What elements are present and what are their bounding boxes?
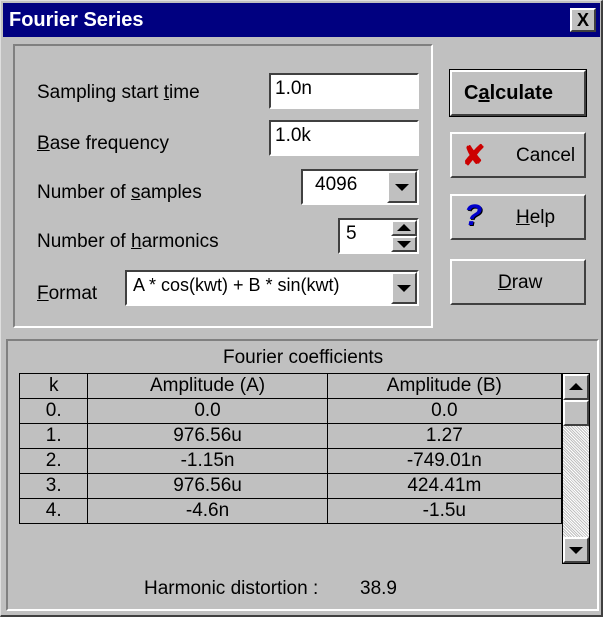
scroll-thumb[interactable]: [563, 400, 589, 426]
column-header: k: [18, 373, 89, 399]
coefficients-table: k Amplitude (A) Amplitude (B) 0. 0.0 0.0…: [18, 373, 563, 524]
cell-b: -749.01n: [326, 448, 563, 474]
chevron-down-icon: [397, 285, 411, 292]
base-frequency-input[interactable]: 1.0k: [269, 120, 419, 156]
cell-k: 1.: [18, 423, 89, 449]
samples-dropdown-button[interactable]: [387, 171, 417, 203]
table-scrollbar[interactable]: [562, 373, 590, 564]
harmonics-spin-down[interactable]: [391, 236, 417, 252]
cell-b: 424.41m: [326, 473, 563, 499]
fourier-coefficients-header: Fourier coefficients: [223, 347, 384, 368]
cell-a: 976.56u: [87, 423, 328, 449]
table-row[interactable]: 3. 976.56u 424.41m: [18, 473, 563, 499]
cancel-button[interactable]: ✘ Cancel: [450, 132, 586, 178]
column-header: Amplitude (B): [326, 373, 563, 399]
table-row[interactable]: 4. -4.6n -1.5u: [18, 498, 563, 524]
window-title: Fourier Series: [9, 9, 144, 31]
cell-b: 0.0: [326, 398, 563, 424]
cell-b: -1.5u: [326, 498, 563, 524]
close-button[interactable]: X: [570, 8, 596, 32]
format-label: Format: [37, 283, 98, 304]
x-icon: ✘: [462, 140, 486, 171]
chevron-down-icon: [395, 184, 409, 191]
harmonic-distortion-value: 38.9: [360, 578, 397, 599]
cell-k: 2.: [18, 448, 89, 474]
draw-button[interactable]: Draw: [450, 259, 586, 305]
column-header: Amplitude (A): [87, 373, 328, 399]
cell-b: 1.27: [326, 423, 563, 449]
cell-k: 0.: [18, 398, 89, 424]
table-header-row: k Amplitude (A) Amplitude (B): [18, 373, 563, 399]
scroll-down-icon: [569, 547, 583, 554]
calculate-button[interactable]: Calculate: [449, 69, 587, 117]
question-mark-icon: ?: [464, 199, 483, 232]
help-button[interactable]: ? Help: [450, 194, 586, 240]
cell-a: -1.15n: [87, 448, 328, 474]
number-of-harmonics-spinner[interactable]: 5: [338, 218, 419, 254]
title-bar: Fourier Series X: [3, 3, 600, 37]
table-row[interactable]: 1. 976.56u 1.27: [18, 423, 563, 449]
spin-down-icon: [397, 241, 411, 248]
close-icon: X: [576, 10, 589, 30]
format-dropdown-button[interactable]: [391, 272, 417, 304]
scroll-up-icon: [569, 383, 583, 390]
cell-k: 3.: [18, 473, 89, 499]
scroll-down-button[interactable]: [563, 537, 589, 563]
cell-a: -4.6n: [87, 498, 328, 524]
scroll-up-button[interactable]: [563, 374, 589, 400]
cell-a: 976.56u: [87, 473, 328, 499]
harmonic-distortion-label: Harmonic distortion :: [144, 578, 319, 599]
settings-group: Sampling start time 1.0n Base frequency …: [13, 44, 433, 328]
spin-up-icon: [397, 224, 411, 231]
results-group: Fourier coefficients k Amplitude (A) Amp…: [6, 339, 599, 611]
fourier-series-dialog: Fourier Series X Sampling start time 1.0…: [0, 0, 603, 617]
number-of-samples-label: Number of samples: [37, 182, 202, 203]
table-row[interactable]: 0. 0.0 0.0: [18, 398, 563, 424]
sampling-start-time-label: Sampling start time: [37, 82, 200, 103]
cell-a: 0.0: [87, 398, 328, 424]
cell-k: 4.: [18, 498, 89, 524]
format-select[interactable]: A * cos(kwt) + B * sin(kwt): [125, 270, 419, 306]
sampling-start-time-input[interactable]: 1.0n: [269, 73, 419, 109]
table-row[interactable]: 2. -1.15n -749.01n: [18, 448, 563, 474]
harmonics-spin-up[interactable]: [391, 220, 417, 236]
number-of-harmonics-label: Number of harmonics: [37, 231, 219, 252]
number-of-samples-select[interactable]: 4096: [301, 169, 419, 205]
base-frequency-label: Base frequency: [37, 133, 170, 154]
